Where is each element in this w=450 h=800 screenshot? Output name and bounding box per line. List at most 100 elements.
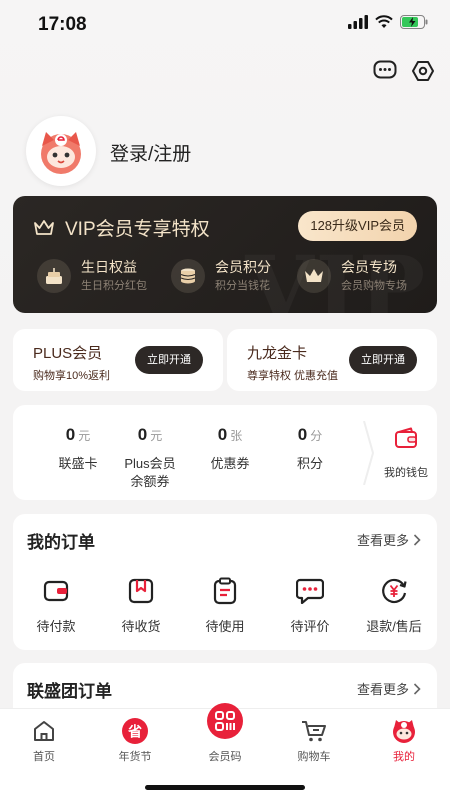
tab-label: 首页 <box>33 751 55 763</box>
chevron-right-icon <box>413 682 421 695</box>
asset-label: 积分 <box>296 456 323 471</box>
orders-see-more-link[interactable]: 查看更多 <box>357 530 421 549</box>
settings-hexagon-icon <box>412 61 434 81</box>
order-label: 待付款 <box>36 619 76 634</box>
package-icon <box>126 576 156 606</box>
order-label: 退款/售后 <box>366 619 422 634</box>
my-orders-card: 我的订单 查看更多 待付款 待收货 待使用 待评价 退款/售后 <box>13 514 437 650</box>
benefit-title: 会员专场 <box>341 259 397 275</box>
asset-label: 联盛卡 <box>58 456 98 471</box>
membership-title: 九龙金卡 <box>247 345 308 362</box>
svg-text:省: 省 <box>127 724 142 741</box>
gold-open-button[interactable]: 立即开通 <box>349 346 417 374</box>
status-bar: 17:08 <box>0 0 450 48</box>
status-time: 17:08 <box>38 14 87 35</box>
home-icon <box>30 717 58 745</box>
tab-label: 购物车 <box>297 751 331 763</box>
vip-benefits: 生日权益 生日积分红包 会员积分 积分当钱花 会员专场 会员购物专场 <box>37 258 427 294</box>
refund-icon <box>379 576 409 606</box>
tab-festival[interactable]: 省 年货节 <box>100 717 170 764</box>
tab-label: 我的 <box>393 751 415 763</box>
wallet-label: 我的钱包 <box>384 467 428 479</box>
membership-title: PLUS会员 <box>33 345 103 362</box>
cake-icon <box>37 259 71 293</box>
wallet-icon <box>41 576 71 606</box>
tab-profile[interactable]: 我的 <box>369 717 439 764</box>
membership-subtitle: 购物享10%返利 <box>33 370 111 382</box>
asset-value: 0 <box>65 425 76 444</box>
asset-unit: 元 <box>150 429 163 443</box>
benefit-birthday[interactable]: 生日权益 生日积分红包 <box>37 258 167 294</box>
message-icon <box>373 60 397 79</box>
avatar[interactable] <box>26 116 96 186</box>
asset-coupons[interactable]: 0张 优惠券 <box>195 425 265 473</box>
see-more-label: 查看更多 <box>356 682 409 697</box>
tab-home[interactable]: 首页 <box>9 717 79 764</box>
asset-value: 0 <box>217 425 228 444</box>
vip-title-row: VIP会员专享特权 <box>33 214 210 241</box>
order-refund[interactable]: 退款/售后 <box>359 576 429 635</box>
crown-icon <box>297 259 331 293</box>
benefit-subtitle: 生日积分红包 <box>81 280 147 292</box>
order-pending-receipt[interactable]: 待收货 <box>106 576 176 635</box>
wallet-divider <box>363 421 375 485</box>
crown-outline-icon <box>34 219 54 235</box>
assets-card: 0元 联盛卡 0元 Plus会员 余额券 0张 优惠券 0分 积分 我的钱包 <box>13 405 437 500</box>
qr-code-icon <box>215 711 235 731</box>
home-indicator <box>145 785 305 790</box>
mascot-avatar-icon <box>41 132 81 174</box>
my-wallet-button[interactable]: 我的钱包 <box>375 427 437 480</box>
order-label: 待收货 <box>121 619 161 634</box>
order-label: 待使用 <box>205 619 245 634</box>
order-pending-review[interactable]: 待评价 <box>275 576 345 635</box>
comment-icon <box>295 576 325 606</box>
member-code-button[interactable] <box>207 703 243 739</box>
message-button[interactable] <box>372 58 398 84</box>
group-orders-title: 联盛团订单 <box>27 682 112 701</box>
vip-upgrade-button[interactable]: 128升级VIP会员 <box>298 211 417 241</box>
tab-label: 会员码 <box>208 751 242 763</box>
wallet-icon <box>395 427 417 448</box>
vip-title: VIP会员专享特权 <box>65 219 210 240</box>
cart-icon <box>300 717 328 745</box>
asset-plus-balance[interactable]: 0元 Plus会员 余额券 <box>115 425 185 491</box>
order-label: 待评价 <box>290 619 330 634</box>
group-orders-see-more-link[interactable]: 查看更多 <box>357 679 421 698</box>
asset-unit: 元 <box>78 429 91 443</box>
asset-unit: 张 <box>230 429 243 443</box>
asset-value: 0 <box>297 425 308 444</box>
profile-icon <box>390 717 418 745</box>
orders-title: 我的订单 <box>27 533 95 552</box>
tab-cart[interactable]: 购物车 <box>279 717 349 764</box>
signal-icon <box>348 15 368 29</box>
asset-value: 0 <box>137 425 148 444</box>
gold-card-membership[interactable]: 九龙金卡 尊享特权 优惠充值 立即开通 <box>227 329 437 391</box>
clipboard-icon <box>210 576 240 606</box>
benefit-points[interactable]: 会员积分 积分当钱花 <box>171 258 301 294</box>
asset-lianshengka[interactable]: 0元 联盛卡 <box>43 425 113 473</box>
asset-label: 优惠券 <box>210 456 250 471</box>
status-icons <box>348 15 428 29</box>
wifi-icon <box>375 15 393 28</box>
coin-stack-icon <box>171 259 205 293</box>
festival-icon: 省 <box>121 717 149 745</box>
membership-subtitle: 尊享特权 优惠充值 <box>247 370 339 382</box>
benefit-subtitle: 会员购物专场 <box>341 280 407 292</box>
plus-membership-card[interactable]: PLUS会员 购物享10%返利 立即开通 <box>13 329 223 391</box>
plus-open-button[interactable]: 立即开通 <box>135 346 203 374</box>
vip-card[interactable]: VIP VIP会员专享特权 128升级VIP会员 生日权益 生日积分红包 <box>13 196 437 313</box>
benefit-title: 会员积分 <box>215 259 271 275</box>
chevron-right-icon <box>413 533 421 546</box>
benefit-subtitle: 积分当钱花 <box>215 280 270 292</box>
top-actions <box>372 58 436 84</box>
benefit-title: 生日权益 <box>81 259 137 275</box>
asset-label: Plus会员 余额券 <box>124 456 176 489</box>
tab-label: 年货节 <box>118 751 152 763</box>
benefit-member-zone[interactable]: 会员专场 会员购物专场 <box>297 258 427 294</box>
order-pending-payment[interactable]: 待付款 <box>21 576 91 635</box>
asset-points[interactable]: 0分 积分 <box>275 425 345 473</box>
order-pending-use[interactable]: 待使用 <box>190 576 260 635</box>
login-register-link[interactable]: 登录/注册 <box>110 139 191 166</box>
see-more-label: 查看更多 <box>356 533 409 548</box>
settings-button[interactable] <box>410 58 436 84</box>
